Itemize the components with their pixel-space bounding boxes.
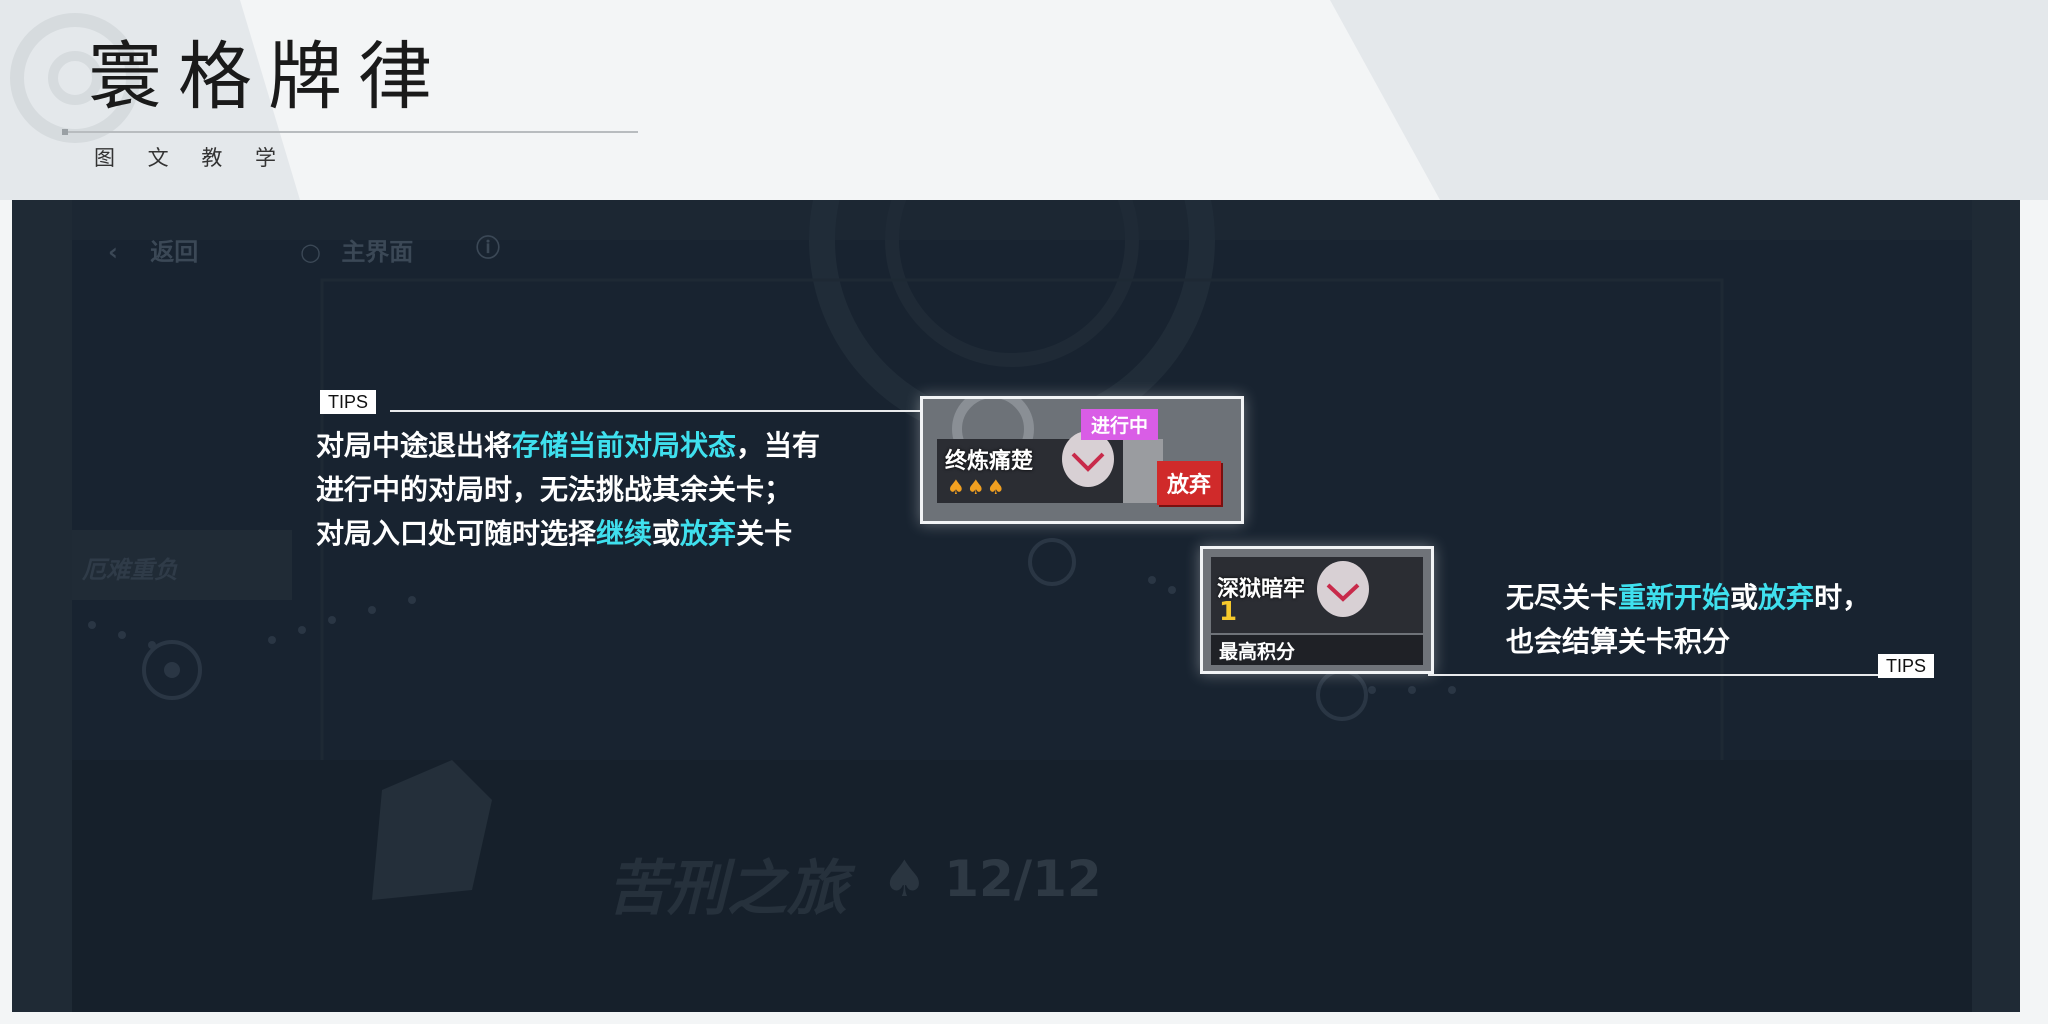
- tip2-text: 或: [1730, 581, 1759, 614]
- tips-connector-1: [390, 410, 920, 412]
- tip-text-1: 对局中途退出将存储当前对局状态，当有 进行中的对局时，无法挑战其余关卡； 对局入…: [316, 424, 820, 556]
- stage-card-endless[interactable]: 深狱暗牢 1 最高积分: [1200, 546, 1434, 674]
- tip2-line2: 也会结算关卡积分: [1506, 625, 1731, 658]
- tip-text-2: 无尽关卡重新开始或放弃时， 也会结算关卡积分: [1506, 576, 1870, 664]
- in-progress-badge: 进行中: [1081, 409, 1159, 440]
- stage-level: 1: [1219, 597, 1238, 627]
- tip1-text: 关卡: [736, 517, 793, 550]
- progress-value: 12/12: [944, 850, 1102, 908]
- tip1-line1: 对局中途退出将存储当前对局状态，当有: [316, 424, 820, 468]
- stage-card-name: 终炼痛楚: [945, 449, 1034, 474]
- tips-connector-2: [1428, 674, 1888, 676]
- tip2-text: 无尽关卡: [1506, 581, 1619, 614]
- chevron-left-icon: ‹: [108, 238, 118, 266]
- tip2-line1: 无尽关卡重新开始或放弃时，: [1506, 576, 1870, 620]
- spade-icon: ♠: [882, 850, 927, 908]
- home-button[interactable]: ○ 主界面: [300, 232, 413, 267]
- page-title: 寰格牌律: [88, 34, 448, 120]
- title-divider: [64, 131, 638, 133]
- tips-tag-1: TIPS: [320, 390, 377, 414]
- tips-tag-2: TIPS: [1878, 654, 1935, 678]
- back-label: 返回: [150, 238, 199, 266]
- best-score-label: 最高积分: [1219, 641, 1296, 663]
- stage-card-in-progress[interactable]: 进行中 终炼痛楚 ♠♠♠ 放弃: [920, 396, 1244, 524]
- stage-name: 苦刑之旅: [607, 854, 847, 924]
- tip1-text: 对局中途退出将: [316, 429, 513, 462]
- page-subtitle: 图 文 教 学: [94, 146, 290, 170]
- divider-dot: [62, 129, 68, 135]
- stage-progress: ♠ 12/12: [882, 850, 1102, 908]
- tip1-highlight: 存储当前对局状态: [512, 429, 737, 462]
- back-button[interactable]: ‹ 返回: [108, 232, 198, 267]
- tip1-line2: 进行中的对局时，无法挑战其余关卡；: [316, 473, 793, 506]
- game-screenshot: ‹ 返回 ○ 主界面 ⓘ 厄难重负 苦刑之旅 ♠ 12/12 TIPS 对局中途…: [12, 200, 2020, 1012]
- tip1-line3: 对局入口处可随时选择继续或放弃关卡: [316, 512, 820, 556]
- circle-icon: ○: [300, 238, 321, 266]
- info-icon[interactable]: ⓘ: [476, 228, 500, 263]
- spade-rating-icon: ♠♠♠: [947, 475, 1007, 499]
- tip1-highlight: 放弃: [680, 517, 737, 550]
- tip1-highlight: 继续: [596, 517, 653, 550]
- tip1-text: 对局入口处可随时选择: [316, 517, 597, 550]
- tip2-highlight: 放弃: [1758, 581, 1815, 614]
- tip2-highlight: 重新开始: [1618, 581, 1731, 614]
- abandon-button[interactable]: 放弃: [1157, 461, 1222, 505]
- tip1-text: 或: [652, 517, 681, 550]
- tip2-text: 时，: [1814, 581, 1871, 614]
- home-label: 主界面: [341, 238, 414, 266]
- tip1-text: ，当有: [736, 429, 821, 462]
- node-label-difficult: 厄难重负: [82, 556, 178, 584]
